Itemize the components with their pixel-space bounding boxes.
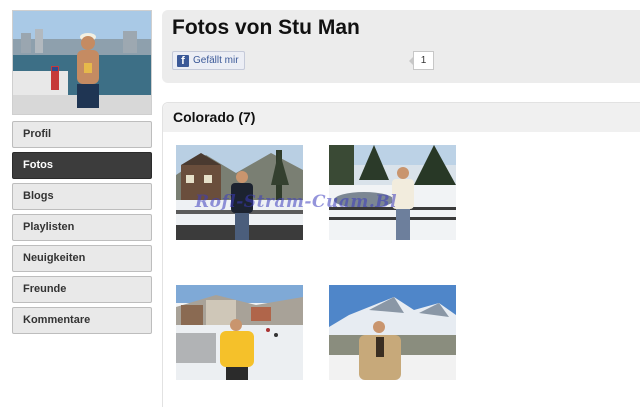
photo-thumbnail[interactable]	[176, 285, 303, 380]
page-title: Fotos von Stu Man	[172, 16, 360, 39]
facebook-like-button[interactable]: f Gefällt mir	[172, 51, 245, 70]
facebook-icon: f	[177, 54, 189, 67]
album-title: Colorado (7)	[163, 103, 640, 132]
sidebar-item-kommentare[interactable]: Kommentare	[12, 307, 152, 334]
sidebar-item-fotos[interactable]: Fotos	[12, 152, 152, 179]
like-count: 1	[409, 51, 434, 70]
sidebar-item-blogs[interactable]: Blogs	[12, 183, 152, 210]
header-card: Fotos von Stu Man f Gefällt mir 1	[162, 10, 640, 83]
photo-thumbnail[interactable]	[329, 285, 456, 380]
like-label: Gefällt mir	[193, 55, 239, 66]
watermark-text: Rofl-Stram-Cuam.Bl	[195, 192, 398, 212]
sidebar-item-profil[interactable]: Profil	[12, 121, 152, 148]
sidebar-item-playlisten[interactable]: Playlisten	[12, 214, 152, 241]
sidebar-item-neuigkeiten[interactable]: Neuigkeiten	[12, 245, 152, 272]
profile-page: Profil Fotos Blogs Playlisten Neuigkeite…	[0, 0, 640, 407]
profile-avatar[interactable]	[12, 10, 152, 115]
sidebar-nav: Profil Fotos Blogs Playlisten Neuigkeite…	[12, 121, 152, 338]
sidebar-item-freunde[interactable]: Freunde	[12, 276, 152, 303]
